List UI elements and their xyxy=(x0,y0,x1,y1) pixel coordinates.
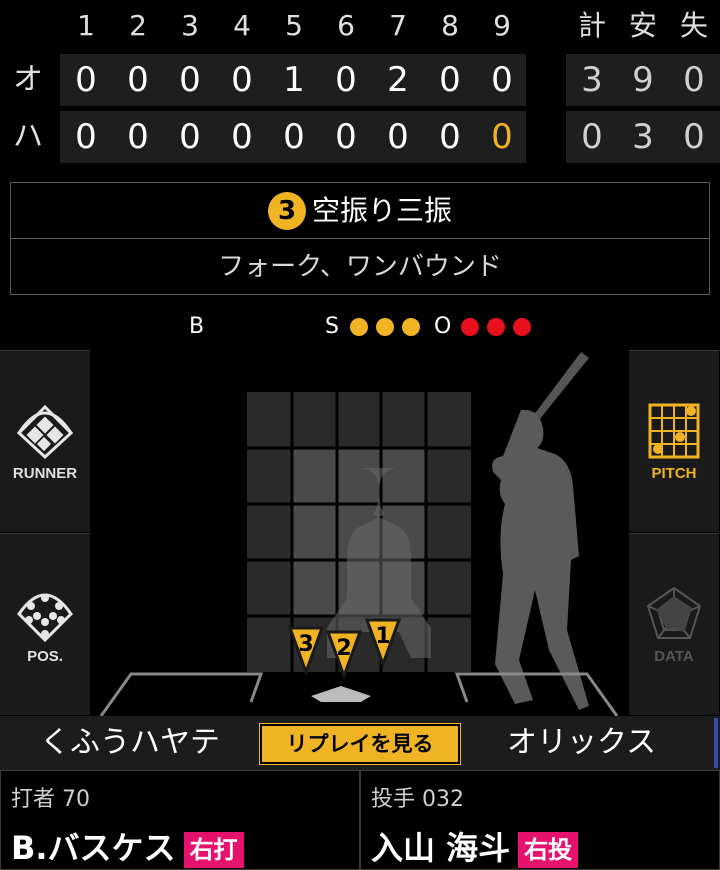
score-cell: 0 xyxy=(387,117,409,157)
pitcher-role-label: 投手 032 xyxy=(371,787,464,812)
play-result-box: 3 空振り三振 フォーク、ワンバウンド xyxy=(10,182,710,295)
away-team-name: オリックス xyxy=(507,725,657,760)
inning-7-header: 7 xyxy=(389,9,407,42)
batter-role-label: 打者 70 xyxy=(11,787,90,812)
radar-chart-icon xyxy=(646,586,702,639)
strike-count-label: S xyxy=(325,314,339,339)
errors-total: 0 xyxy=(683,117,705,157)
out-dot xyxy=(513,318,531,336)
errors-total-header: 失 xyxy=(679,9,708,42)
inning-6-header: 6 xyxy=(337,9,355,42)
strike-dot xyxy=(402,318,420,336)
score-cell: 0 xyxy=(179,60,201,100)
score-cell: 0 xyxy=(127,60,149,100)
positions-label: POS. xyxy=(27,648,63,665)
pitch-marker-label: 3 xyxy=(298,632,313,657)
pitch-marker-label: 1 xyxy=(375,624,390,649)
score-cell: 0 xyxy=(439,60,461,100)
pitch-field-view: 3 2 1 xyxy=(91,350,627,716)
play-result-text: 空振り三振 xyxy=(311,194,452,227)
pitch-grid-icon xyxy=(648,403,700,459)
pitcher-name-row: 入山 海斗 右投 xyxy=(371,823,579,869)
inning-5-header: 5 xyxy=(285,9,303,42)
home-score-row: 0 0 0 0 0 0 0 0 0 xyxy=(60,111,526,163)
data-label: DATA xyxy=(654,648,694,665)
out-count-label: O xyxy=(434,314,452,339)
score-cell: 0 xyxy=(439,117,461,157)
diamond-field-icon xyxy=(16,404,74,460)
strike-dot xyxy=(376,318,394,336)
pitch-number-badge: 3 xyxy=(267,192,306,230)
replay-button[interactable]: リプレイを見る xyxy=(259,723,461,765)
batter-name: B.バスケス xyxy=(11,829,176,867)
runs-total-header: 計 xyxy=(577,9,606,42)
strike-zone-graphic: 3 2 1 xyxy=(99,352,619,716)
errors-total: 0 xyxy=(683,60,705,100)
runner-label: RUNNER xyxy=(12,465,78,482)
runs-total: 0 xyxy=(581,117,603,157)
score-cell: 0 xyxy=(335,60,357,100)
inning-8-header: 8 xyxy=(441,9,459,42)
away-team-abbr: オ xyxy=(13,62,43,97)
pitcher-name: 入山 海斗 xyxy=(371,829,511,867)
pitch-detail-text: フォーク、ワンバウンド xyxy=(218,252,502,282)
inning-4-header: 4 xyxy=(233,9,251,42)
inning-3-header: 3 xyxy=(181,9,199,42)
score-cell: 0 xyxy=(283,117,305,157)
score-cell: 0 xyxy=(179,117,201,157)
scroll-indicator xyxy=(714,718,718,768)
away-score-row: 0 0 0 0 1 0 2 0 0 xyxy=(60,54,526,106)
out-dot xyxy=(487,318,505,336)
score-cell: 0 xyxy=(75,60,97,100)
batter-card[interactable]: 打者 70 B.バスケス 右打 xyxy=(0,770,360,870)
home-team-abbr: ハ xyxy=(13,119,43,154)
hits-total-header: 安 xyxy=(628,9,657,42)
out-dot xyxy=(461,318,479,336)
home-totals: 0 3 0 xyxy=(566,111,720,163)
score-cell: 0 xyxy=(491,60,513,100)
data-button[interactable]: DATA xyxy=(629,533,719,715)
positions-button[interactable]: POS. xyxy=(0,533,90,715)
home-team-name: くふうハヤテ xyxy=(40,725,220,760)
batter-hand-badge: 右打 xyxy=(183,832,244,868)
inning-9-header: 9 xyxy=(493,9,511,42)
batter-name-row: B.バスケス 右打 xyxy=(11,823,244,869)
pitch-label: PITCH xyxy=(651,465,697,482)
score-cell: 0 xyxy=(127,117,149,157)
inning-2-header: 2 xyxy=(129,9,147,42)
field-positions-icon xyxy=(17,593,73,643)
runner-button[interactable]: RUNNER xyxy=(0,350,90,532)
strike-dot xyxy=(350,318,368,336)
pitcher-hand-badge: 右投 xyxy=(518,832,579,868)
away-totals: 3 9 0 xyxy=(566,54,720,106)
inning-1-header: 1 xyxy=(77,9,95,42)
pitcher-card[interactable]: 投手 032 入山 海斗 右投 xyxy=(360,770,720,870)
play-result-row: 3 空振り三振 xyxy=(11,183,709,239)
score-cell: 0 xyxy=(75,117,97,157)
hits-total: 3 xyxy=(632,117,654,157)
pitch-marker-label: 2 xyxy=(336,636,351,661)
score-cell: 1 xyxy=(283,60,305,100)
score-cell: 0 xyxy=(231,60,253,100)
runs-total: 3 xyxy=(581,60,603,100)
pitch-button[interactable]: PITCH xyxy=(629,350,719,532)
hits-total: 9 xyxy=(632,60,654,100)
team-bar: くふうハヤテ リプレイを見る オリックス xyxy=(0,716,720,770)
score-cell: 2 xyxy=(387,60,409,100)
ball-count-label: B xyxy=(189,314,205,339)
score-cell: 0 xyxy=(335,117,357,157)
current-inning-score: 0 xyxy=(491,117,513,157)
score-cell: 0 xyxy=(231,117,253,157)
